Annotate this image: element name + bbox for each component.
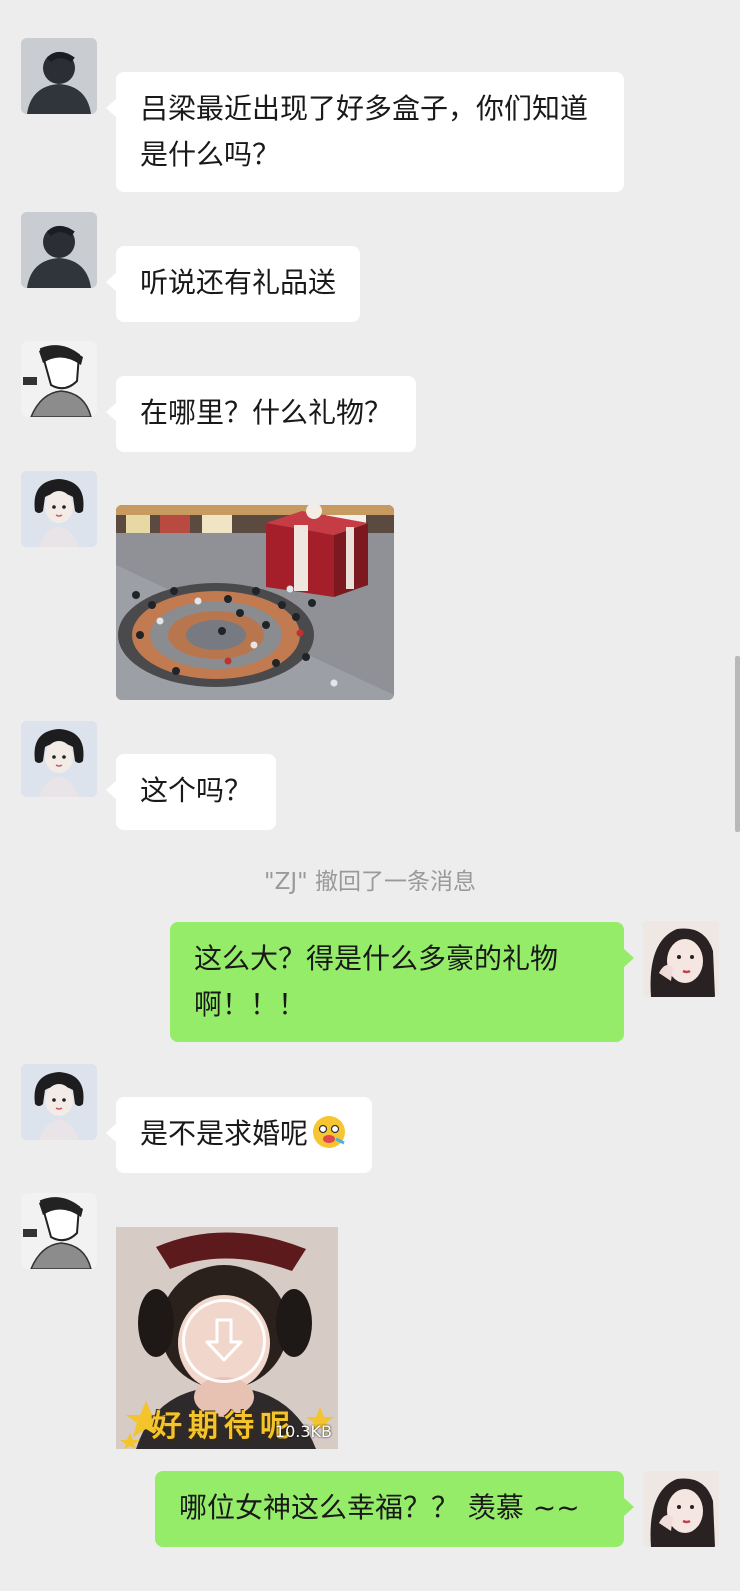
message-text: 在哪里？什么礼物？: [140, 396, 393, 429]
avatar-bob-girl[interactable]: [21, 471, 97, 547]
message-text: 吕梁最近出现了好多盒子，你们知道是什么吗？: [140, 92, 589, 171]
message-text: 是不是求婚呢: [140, 1117, 309, 1150]
download-arrow-icon: [205, 1318, 243, 1362]
message-bubble-outgoing[interactable]: 哪位女神这么幸福？？ 羡慕 ~~: [155, 1471, 634, 1547]
message-text: 哪位女神这么幸福？？ 羡慕 ~~: [179, 1491, 580, 1524]
message-bubble[interactable]: 这个吗？: [105, 754, 277, 830]
party-face-emoji-icon: [313, 1116, 346, 1148]
avatar-self-girl[interactable]: [643, 1471, 719, 1547]
message-text: 这个吗？: [140, 774, 253, 807]
plaza-gift-box-photo[interactable]: [116, 505, 394, 700]
scrollbar[interactable]: [735, 656, 740, 832]
message-text: 这么大？得是什么多豪的礼物啊！！！: [194, 942, 559, 1021]
sticker-size-label: 10.3KB: [274, 1422, 332, 1441]
message-bubble[interactable]: 吕梁最近出现了好多盒子，你们知道是什么吗？: [106, 72, 624, 192]
avatar-bob-girl[interactable]: [21, 721, 97, 797]
message-text: 听说还有礼品送: [140, 266, 337, 299]
avatar-bob-girl[interactable]: [21, 1064, 97, 1140]
message-bubble[interactable]: 听说还有礼品送: [105, 246, 361, 322]
message-bubble[interactable]: 是不是求婚呢: [105, 1097, 373, 1173]
avatar-man-dark[interactable]: [21, 38, 97, 114]
avatar-manga-man[interactable]: [21, 1193, 97, 1269]
avatar-man-dark[interactable]: [21, 212, 97, 288]
animated-sticker[interactable]: 好期待呢 10.3KB: [116, 1227, 338, 1449]
download-button[interactable]: [182, 1299, 266, 1383]
recall-notice: "ZJ" 撤回了一条消息: [263, 869, 476, 895]
avatar-manga-man[interactable]: [21, 341, 97, 417]
message-bubble-outgoing[interactable]: 这么大？得是什么多豪的礼物啊！！！: [170, 922, 634, 1042]
avatar-self-girl[interactable]: [643, 921, 719, 997]
message-bubble[interactable]: 在哪里？什么礼物？: [105, 376, 417, 452]
